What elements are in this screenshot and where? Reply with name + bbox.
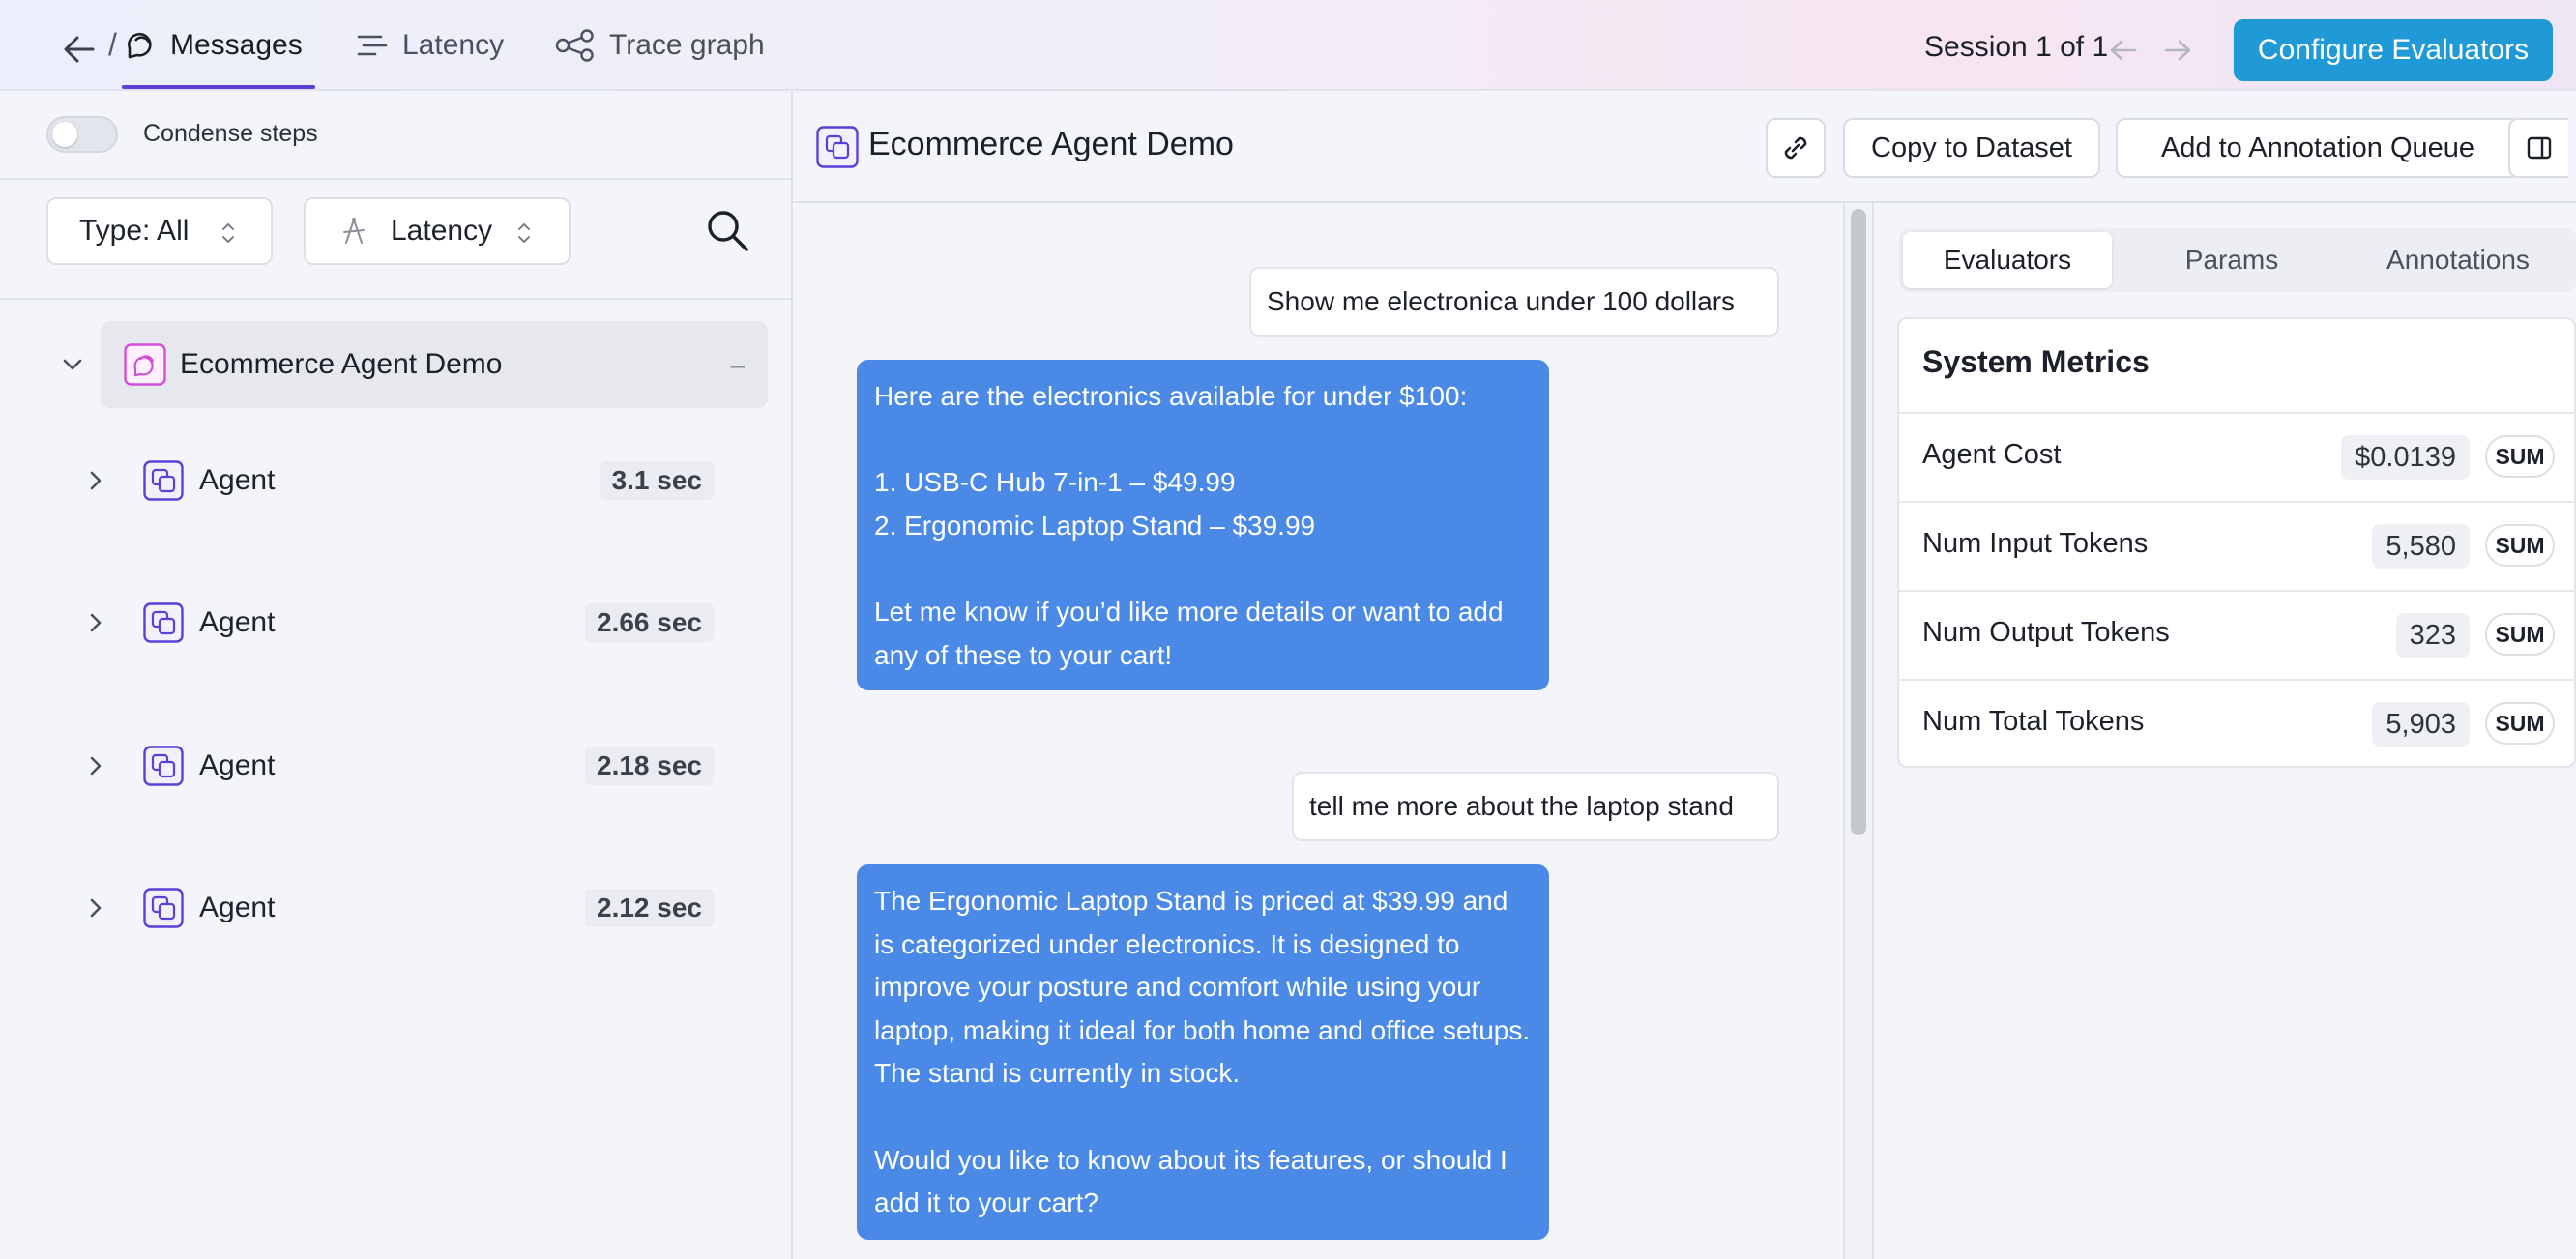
chat-icon (124, 29, 157, 62)
aggregation-badge[interactable]: SUM (2485, 613, 2555, 656)
metric-row: Num Total Tokens 5,903 SUM (1899, 679, 2576, 768)
condense-steps-toggle[interactable] (46, 116, 118, 153)
tab-messages[interactable]: Messages (124, 0, 303, 91)
tab-label: Messages (170, 29, 303, 61)
latency-icon (356, 31, 389, 60)
chat-scrollbar-thumb[interactable] (1851, 209, 1866, 835)
sort-updown-icon (516, 220, 532, 246)
metric-label: Num Total Tokens (1922, 706, 2145, 737)
agent-icon (143, 602, 184, 643)
duration-badge: 2.66 sec (585, 603, 714, 642)
duration-badge: 3.1 sec (600, 461, 714, 500)
metric-label: Num Output Tokens (1922, 617, 2170, 648)
type-filter-value: Type: All (79, 215, 190, 247)
tree-item-label: Agent (199, 749, 276, 781)
duration-badge: 2.12 sec (585, 889, 714, 927)
link-icon (1779, 132, 1812, 164)
aggregation-badge[interactable]: SUM (2485, 435, 2555, 478)
tree-root-item[interactable]: Ecommerce Agent Demo – (101, 321, 768, 408)
system-metrics-card: System Metrics Agent Cost $0.0139 SUM Nu… (1897, 317, 2576, 768)
metric-label: Num Input Tokens (1922, 528, 2149, 559)
agent-icon (143, 888, 184, 928)
add-to-annotation-queue-button[interactable]: Add to Annotation Queue (2116, 118, 2520, 178)
tree-item-agent[interactable]: Agent 2.12 sec (143, 864, 723, 952)
tree-item-label: Agent (199, 892, 276, 923)
metric-value: 5,903 (2372, 702, 2470, 747)
tree-item-label: Agent (199, 464, 276, 496)
chevron-right-icon[interactable] (83, 610, 108, 635)
prev-session-icon[interactable] (2108, 37, 2139, 64)
session-indicator: Session 1 of 1 (1924, 31, 2109, 63)
aggregation-badge[interactable]: SUM (2485, 524, 2555, 567)
condense-row: Condense steps (0, 91, 791, 180)
trace-title: Ecommerce Agent Demo (868, 126, 1234, 162)
metric-value: 5,580 (2372, 524, 2470, 569)
metrics-title: System Metrics (1922, 344, 2150, 379)
user-message: tell me more about the laptop stand (1292, 772, 1779, 841)
tree-item-agent[interactable]: Agent 2.18 sec (143, 722, 723, 809)
agent-icon (143, 746, 184, 786)
agent-icon (816, 126, 859, 168)
copy-link-button[interactable] (1766, 118, 1826, 178)
tree-item-agent[interactable]: Agent 3.1 sec (143, 437, 723, 524)
tab-latency[interactable]: Latency (356, 0, 504, 91)
tab-label: Latency (402, 29, 505, 61)
top-nav: / Messages Latency Trace graph Session 1… (0, 0, 2576, 91)
metric-value: $0.0139 (2341, 435, 2470, 480)
metric-row: Num Output Tokens 323 SUM (1899, 590, 2576, 679)
tree-root-label: Ecommerce Agent Demo (180, 348, 503, 380)
back-arrow-icon[interactable] (62, 33, 97, 66)
search-icon[interactable] (704, 207, 752, 255)
toggle-side-panel-button[interactable] (2508, 118, 2568, 178)
user-message: Show me electronica under 100 dollars (1249, 267, 1779, 337)
aggregation-badge[interactable]: SUM (2485, 702, 2555, 745)
tab-trace-graph[interactable]: Trace graph (555, 0, 765, 91)
next-session-icon[interactable] (2162, 37, 2193, 64)
tab-annotations[interactable]: Annotations (2352, 232, 2564, 288)
chat-agent-icon (124, 343, 166, 386)
configure-evaluators-button[interactable]: Configure Evaluators (2234, 19, 2553, 81)
trace-tree-panel: Condense steps Type: All Latency Ecommer… (0, 91, 793, 1259)
latency-sort-icon (340, 217, 367, 246)
chevron-right-icon[interactable] (83, 468, 108, 493)
duration-badge: 2.18 sec (585, 747, 714, 785)
metric-value: 323 (2395, 613, 2470, 658)
copy-to-dataset-button[interactable]: Copy to Dataset (1843, 118, 2100, 178)
tree-item-agent[interactable]: Agent 2.66 sec (143, 579, 723, 666)
collapse-dash-icon[interactable]: – (731, 350, 745, 380)
sort-updown-icon (220, 220, 236, 246)
condense-steps-label: Condense steps (143, 120, 318, 147)
active-tab-indicator (122, 85, 315, 89)
graph-icon (555, 29, 596, 62)
filter-row: Type: All Latency (0, 178, 791, 300)
toggle-knob (52, 122, 77, 147)
sort-filter-select[interactable]: Latency (304, 197, 571, 265)
assistant-message: Here are the electronics available for u… (857, 360, 1549, 690)
tab-params[interactable]: Params (2127, 232, 2336, 288)
tab-label: Trace graph (609, 29, 765, 61)
metric-row: Num Input Tokens 5,580 SUM (1899, 501, 2576, 590)
chevron-right-icon[interactable] (83, 753, 108, 778)
metric-row: Agent Cost $0.0139 SUM (1899, 412, 2576, 501)
sidebar-panel-icon (2526, 134, 2553, 161)
breadcrumb-separator: / (108, 27, 117, 62)
tree-item-label: Agent (199, 606, 276, 638)
metric-label: Agent Cost (1922, 439, 2062, 470)
assistant-message: The Ergonomic Laptop Stand is priced at … (857, 864, 1549, 1240)
agent-icon (143, 460, 184, 501)
tab-evaluators[interactable]: Evaluators (1903, 232, 2112, 288)
chevron-down-icon[interactable] (60, 352, 85, 377)
sort-filter-value: Latency (391, 215, 493, 247)
chevron-right-icon[interactable] (83, 895, 108, 921)
type-filter-select[interactable]: Type: All (46, 197, 273, 265)
